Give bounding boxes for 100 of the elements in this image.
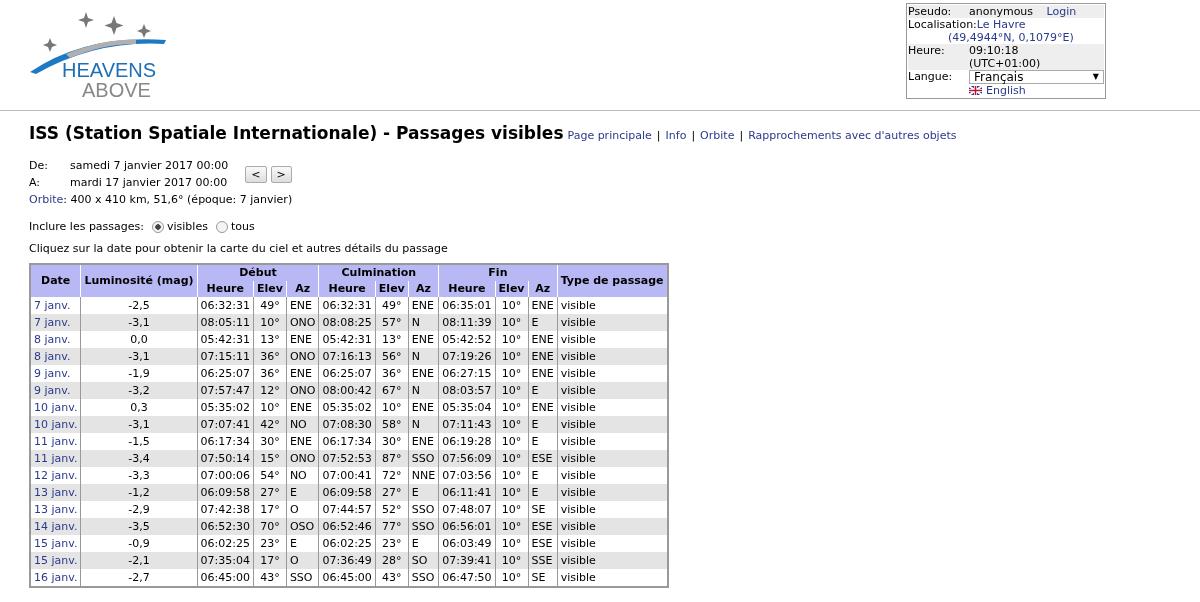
table-cell: -3,5 xyxy=(128,520,150,533)
table-cell: 07:11:43 xyxy=(442,418,492,431)
table-cell: 10° xyxy=(501,333,522,346)
date-link[interactable]: 10 janv. xyxy=(34,401,78,414)
table-cell: E xyxy=(289,537,297,550)
table-cell: 08:03:57 xyxy=(442,384,492,397)
table-cell: 07:44:57 xyxy=(322,503,372,516)
field-label: De: xyxy=(29,158,49,174)
table-cell: visible xyxy=(560,401,596,414)
table-cell: 05:42:31 xyxy=(322,333,372,346)
table-cell: 77° xyxy=(382,520,402,533)
column-header: Az xyxy=(408,281,439,297)
radio-button[interactable] xyxy=(152,220,164,233)
date-link[interactable]: 8 janv. xyxy=(34,333,71,346)
table-cell: -1,5 xyxy=(128,435,150,448)
language-select[interactable]: Français ▼ xyxy=(969,70,1104,84)
date-link[interactable]: 16 janv. xyxy=(34,571,78,584)
table-cell: 07:36:49 xyxy=(322,554,372,567)
table-cell: ONO xyxy=(289,452,316,465)
column-header: Culmination xyxy=(318,264,439,281)
table-cell: -2,7 xyxy=(128,571,150,584)
table-cell: 05:42:52 xyxy=(442,333,492,346)
date-link[interactable]: 15 janv. xyxy=(34,537,78,550)
table-cell: ONO xyxy=(289,384,316,397)
table-cell: 10° xyxy=(501,537,522,550)
timezone: (UTC+01:00) xyxy=(969,57,1041,70)
table-cell: E xyxy=(531,469,539,482)
nav-link[interactable]: Orbite xyxy=(700,129,735,142)
table-cell: N xyxy=(411,316,420,329)
table-cell: ESE xyxy=(531,537,553,550)
table-cell: -3,1 xyxy=(128,418,150,431)
table-cell: 10° xyxy=(501,435,522,448)
table-cell: -2,1 xyxy=(128,554,150,567)
logo-text: ABOVE xyxy=(82,80,152,100)
table-cell: SSO xyxy=(289,571,313,584)
table-cell: 10° xyxy=(260,401,280,414)
field-label: Pseudo: xyxy=(908,5,953,18)
table-cell: 06:17:34 xyxy=(322,435,372,448)
date-link[interactable]: 12 janv. xyxy=(34,469,78,482)
table-cell: E xyxy=(411,537,419,550)
column-header: Heure xyxy=(197,281,254,297)
table-cell: 30° xyxy=(260,435,280,448)
table-cell: 57° xyxy=(382,316,402,329)
table-cell: 30° xyxy=(382,435,402,448)
location-link[interactable]: Le Havre xyxy=(976,18,1026,31)
table-cell: 06:09:58 xyxy=(322,486,372,499)
previous-button[interactable]: < xyxy=(245,165,267,183)
table-cell: visible xyxy=(560,418,596,431)
table-cell: visible xyxy=(560,384,596,397)
table-cell: 06:25:07 xyxy=(200,367,250,380)
table-cell: 05:35:04 xyxy=(442,401,492,414)
column-header: Az xyxy=(286,281,319,297)
start-date: samedi 7 janvier 2017 00:00 xyxy=(70,158,229,174)
table-cell: ENE xyxy=(289,299,313,312)
nav-link[interactable]: Page principale xyxy=(567,129,652,142)
date-link[interactable]: 9 janv. xyxy=(34,367,71,380)
flag-icon xyxy=(969,86,982,95)
login-link[interactable]: Login xyxy=(1046,5,1077,18)
date-link[interactable]: 7 janv. xyxy=(34,299,71,312)
table-cell: O xyxy=(289,503,299,516)
table-cell: 10° xyxy=(501,367,522,380)
table-cell: 10° xyxy=(382,401,402,414)
language-link[interactable]: English xyxy=(986,84,1026,97)
nav-link[interactable]: Info xyxy=(665,129,687,142)
date-link[interactable]: 11 janv. xyxy=(34,435,78,448)
table-cell: E xyxy=(531,316,539,329)
column-header: Type de passage xyxy=(557,264,668,297)
table-cell: -2,5 xyxy=(128,299,150,312)
radio-button[interactable] xyxy=(215,220,228,233)
table-cell: 06:45:00 xyxy=(200,571,250,584)
table-cell: NO xyxy=(289,418,307,431)
table-cell: 15° xyxy=(260,452,280,465)
table-cell: 06:56:01 xyxy=(442,520,492,533)
table-cell: visible xyxy=(560,486,596,499)
table-cell: -3,1 xyxy=(128,316,150,329)
table-cell: 06:45:00 xyxy=(322,571,372,584)
nav-link[interactable]: Rapprochements avec d'autres objets xyxy=(748,129,957,142)
table-cell: 17° xyxy=(260,554,280,567)
field-label: Heure: xyxy=(908,44,946,57)
table-cell: 36° xyxy=(260,367,280,380)
date-link[interactable]: 13 janv. xyxy=(34,503,78,516)
dropdown-arrow: ▼ xyxy=(1092,71,1099,83)
table-cell: 10° xyxy=(501,503,522,516)
column-header: Heure xyxy=(318,281,376,297)
table-cell: 05:35:02 xyxy=(200,401,250,414)
table-cell: 07:52:53 xyxy=(322,452,372,465)
table-cell: 10° xyxy=(501,350,522,363)
table-cell: -2,9 xyxy=(128,503,150,516)
field-label: Langue: xyxy=(908,70,954,84)
table-cell: E xyxy=(531,486,539,499)
table-cell: 70° xyxy=(260,520,280,533)
table-cell: 07:15:11 xyxy=(200,350,250,363)
next-button[interactable]: > xyxy=(270,165,292,183)
field-label: A: xyxy=(29,175,42,191)
table-cell: ESE xyxy=(531,520,553,533)
table-cell: 10° xyxy=(501,554,522,567)
table-cell: -3,4 xyxy=(128,452,150,465)
column-header: Fin xyxy=(438,264,558,281)
orbit-info: : 400 x 410 km, 51,6° (époque: 7 janvier) xyxy=(63,192,293,208)
table-cell: 07:48:07 xyxy=(442,503,492,516)
